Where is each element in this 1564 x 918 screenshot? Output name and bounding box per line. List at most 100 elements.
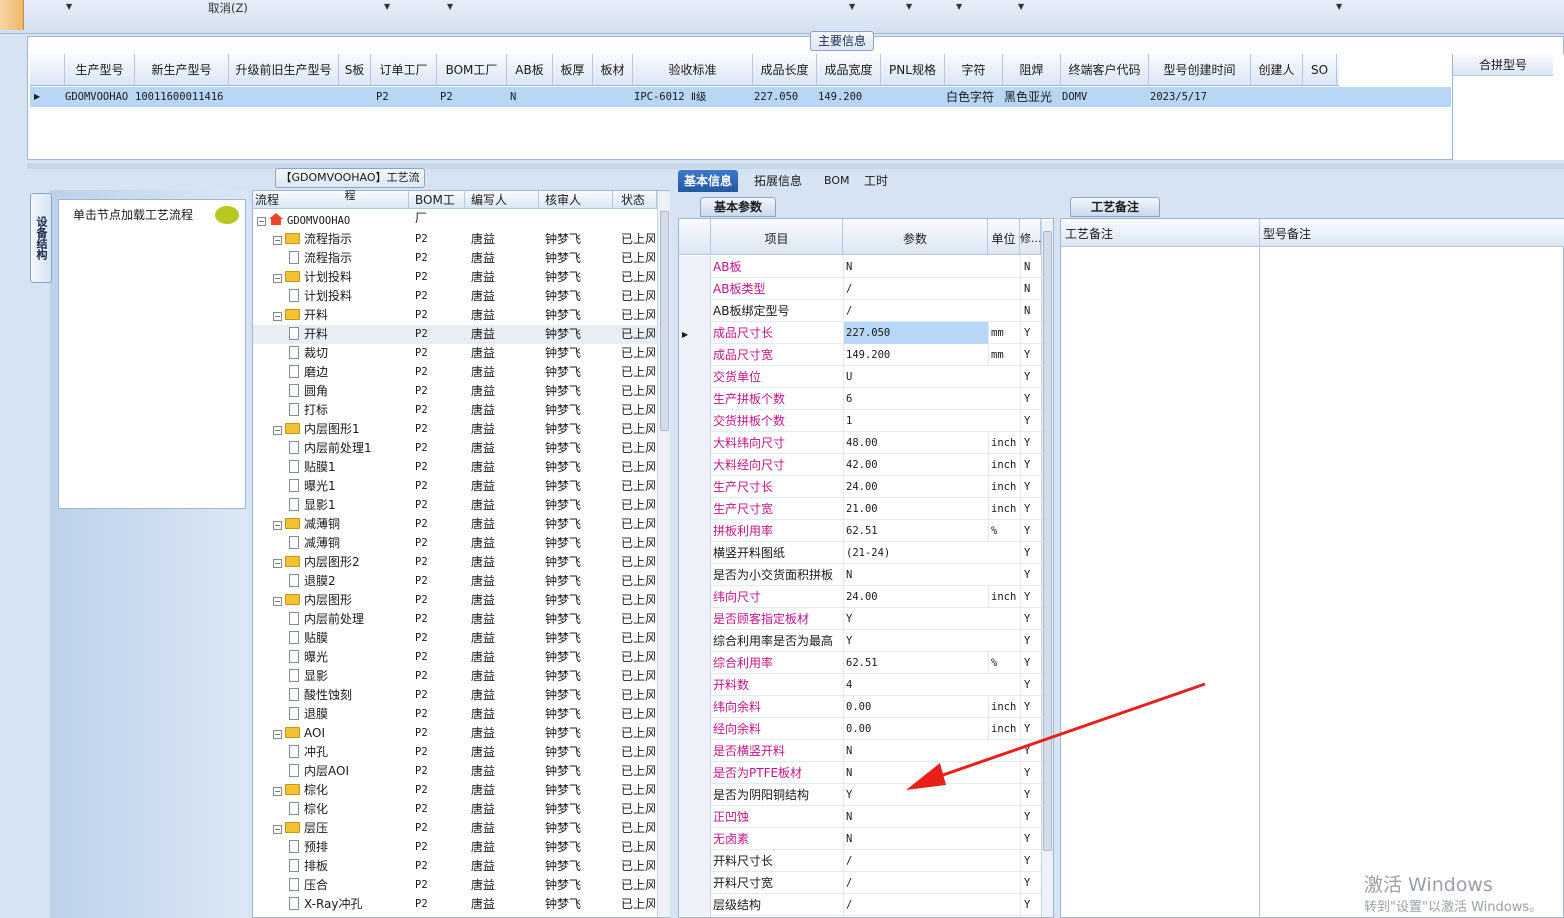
row-indicator[interactable] [679,586,711,608]
table-cell[interactable]: GDOMVOOHAO [65,87,135,107]
param-row[interactable]: 开料数 4 Y [679,674,1041,696]
param-value[interactable]: Y [843,784,988,806]
param-row[interactable]: 生产尺寸宽 21.00 inch Y [679,498,1041,520]
column-header[interactable]: 字符 [945,54,1003,86]
table-cell[interactable]: 227.050 [754,87,814,107]
param-row[interactable]: 正凹蚀 N Y [679,806,1041,828]
param-row[interactable]: 纬向尺寸 24.00 inch Y [679,586,1041,608]
param-value[interactable]: 6 [843,388,988,410]
column-divider[interactable] [1259,219,1260,918]
tab-basic-info[interactable]: 基本信息 [678,170,739,192]
collapse-icon[interactable]: − [273,426,282,435]
dropdown-arrow-icon[interactable]: ▼ [447,2,453,11]
scrollbar-thumb[interactable] [1043,231,1052,851]
tree-row[interactable]: 贴膜1 P2 唐益 钟梦飞 已上风 [253,458,657,477]
column-header[interactable]: 成品宽度 [817,54,881,86]
param-value[interactable]: Y [843,630,988,652]
param-value[interactable]: N [843,740,988,762]
equipment-structure-tab[interactable]: 设备结构 [30,193,52,283]
param-row[interactable]: 综合利用率 62.51% Y [679,652,1041,674]
tree-row[interactable]: 开料 P2 唐益 钟梦飞 已上风 [253,325,657,344]
column-header[interactable]: 核审人 [539,191,613,209]
tree-row[interactable]: 排板 P2 唐益 钟梦飞 已上风 [253,857,657,876]
param-value[interactable]: 24.00 [843,586,988,608]
column-header[interactable]: 修... [1020,219,1042,255]
column-header[interactable]: SO [1303,54,1337,86]
row-indicator[interactable] [679,718,711,740]
row-indicator[interactable] [679,344,711,366]
param-row[interactable]: 综合利用率是否为最高 Y Y [679,630,1041,652]
tree-row[interactable]: 冲孔 P2 唐益 钟梦飞 已上风 [253,743,657,762]
row-indicator[interactable] [679,410,711,432]
row-indicator[interactable] [679,674,711,696]
row-indicator[interactable] [679,300,711,322]
tree-row[interactable]: 退膜 P2 唐益 钟梦飞 已上风 [253,705,657,724]
row-indicator[interactable] [679,762,711,784]
param-value[interactable]: N [843,828,988,850]
param-value[interactable]: 48.00 [843,432,988,454]
param-value[interactable]: N [843,256,988,278]
tree-row[interactable]: − 层压 P2 唐益 钟梦飞 已上风 [253,819,657,838]
row-indicator[interactable] [679,476,711,498]
dropdown-arrow-icon[interactable]: ▼ [384,2,390,11]
param-value[interactable]: 149.200 [843,344,988,366]
dropdown-arrow-icon[interactable]: ▼ [66,2,72,11]
tree-row[interactable]: 显影1 P2 唐益 钟梦飞 已上风 [253,496,657,515]
param-row[interactable]: 生产尺寸长 24.00 inch Y [679,476,1041,498]
table-cell[interactable]: P2 [376,87,436,107]
param-value[interactable]: N [843,806,988,828]
dropdown-arrow-icon[interactable]: ▼ [1018,2,1024,11]
param-row[interactable]: AB板类型 / N [679,278,1041,300]
dropdown-arrow-icon[interactable]: ▼ [906,2,912,11]
column-header[interactable]: 验收标准 [633,54,753,86]
tree-row[interactable]: 流程指示 P2 唐益 钟梦飞 已上风 [253,249,657,268]
params-scrollbar[interactable] [1041,221,1053,917]
row-indicator[interactable] [679,806,711,828]
tree-row[interactable]: 内层前处理1 P2 唐益 钟梦飞 已上风 [253,439,657,458]
param-row[interactable]: 开料尺寸长 / Y [679,850,1041,872]
param-value[interactable]: / [843,850,988,872]
tree-row[interactable]: − 内层图形1 P2 唐益 钟梦飞 已上风 [253,420,657,439]
tree-row[interactable]: 圆角 P2 唐益 钟梦飞 已上风 [253,382,657,401]
param-row[interactable]: 横竖开料图纸 (21-24) Y [679,542,1041,564]
param-row[interactable]: 生产拼板个数 6 Y [679,388,1041,410]
tree-row[interactable]: 退膜2 P2 唐益 钟梦飞 已上风 [253,572,657,591]
column-header[interactable]: 流程 [253,191,409,209]
param-row[interactable]: AB板 N N [679,256,1041,278]
column-header[interactable]: 升级前旧生产型号 [229,54,339,86]
column-header[interactable]: AB板 [507,54,553,86]
column-header[interactable]: 阻焊 [1003,54,1061,86]
param-row[interactable]: ▶ 成品尺寸长 227.050 mm Y [679,322,1041,344]
merge-model-header[interactable]: 合拼型号 [1453,54,1553,76]
param-row[interactable]: 交货单位 U Y [679,366,1041,388]
row-indicator[interactable] [679,696,711,718]
splitter[interactable] [27,163,1564,169]
param-value[interactable]: 62.51 [843,520,988,542]
table-cell[interactable]: 黑色亚光 [1004,87,1062,107]
collapse-icon[interactable]: − [273,521,282,530]
column-header[interactable]: 型号创建时间 [1149,54,1251,86]
param-row[interactable]: 拼板利用率 62.51% Y [679,520,1041,542]
column-header[interactable]: BOM工厂 [409,191,465,225]
process-remarks-tab[interactable]: 工艺备注 [1070,197,1160,217]
row-indicator[interactable]: ▶ [679,322,711,344]
collapse-icon[interactable]: − [273,274,282,283]
column-header[interactable]: 创建人 [1251,54,1303,86]
param-value[interactable]: N [843,564,988,586]
tree-row[interactable]: − 流程指示 P2 唐益 钟梦飞 已上风 [253,230,657,249]
scrollbar-thumb[interactable] [660,211,669,431]
tab-work-hours[interactable]: 工时 [858,170,894,192]
param-value[interactable]: N [843,762,988,784]
table-cell[interactable]: 2023/5/17 [1150,87,1250,107]
param-row[interactable]: 层级结构 / Y [679,894,1041,916]
row-indicator[interactable] [679,740,711,762]
row-indicator[interactable] [679,432,711,454]
row-indicator[interactable] [679,608,711,630]
tree-row[interactable]: − 内层图形 P2 唐益 钟梦飞 已上风 [253,591,657,610]
param-row[interactable]: 大料纬向尺寸 48.00 inch Y [679,432,1041,454]
tree-row[interactable]: 磨边 P2 唐益 钟梦飞 已上风 [253,363,657,382]
column-header[interactable]: 状态 [613,191,657,209]
tree-scrollbar[interactable] [657,191,670,917]
column-header[interactable]: 订单工厂 [371,54,437,86]
collapse-icon[interactable]: − [273,559,282,568]
